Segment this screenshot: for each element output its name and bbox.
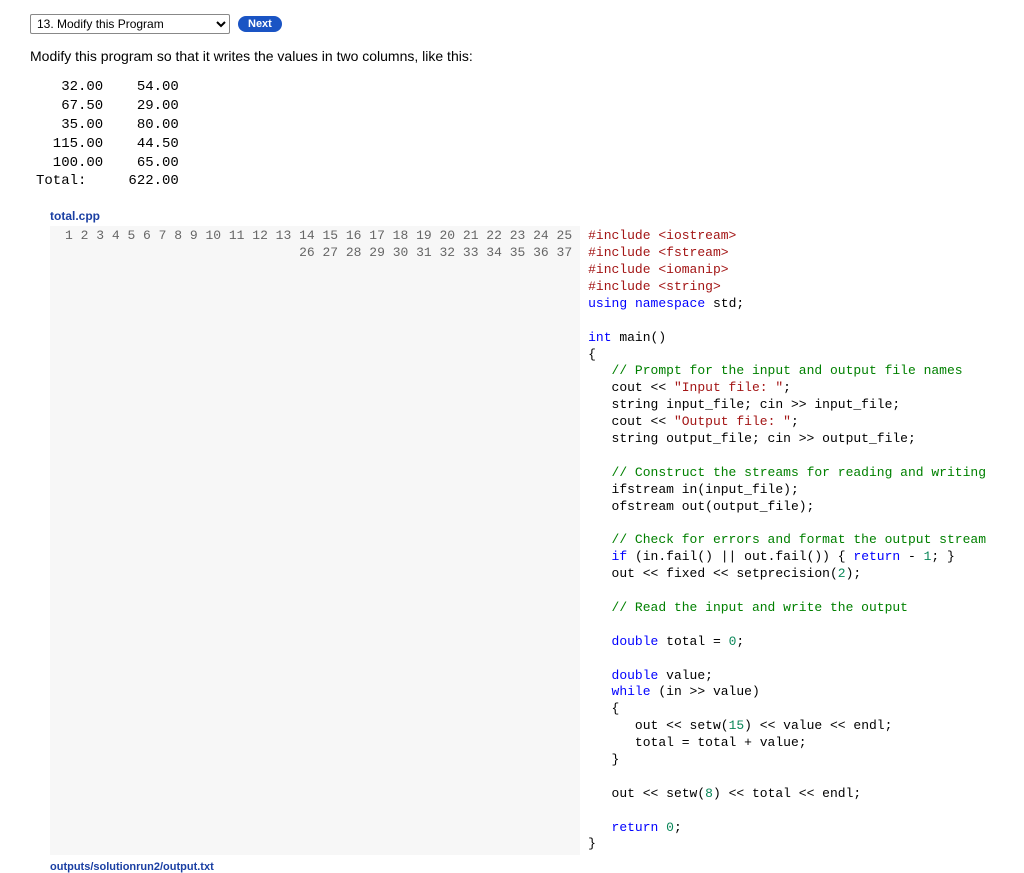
code-editor: 1 2 3 4 5 6 7 8 9 10 11 12 13 14 15 16 1… xyxy=(50,226,994,855)
source-filename: total.cpp xyxy=(50,209,994,223)
code-body: #include <iostream> #include <fstream> #… xyxy=(580,226,994,855)
line-number-gutter: 1 2 3 4 5 6 7 8 9 10 11 12 13 14 15 16 1… xyxy=(50,226,580,855)
topbar: 13. Modify this Program Next xyxy=(30,14,994,34)
problem-dropdown[interactable]: 13. Modify this Program xyxy=(30,14,230,34)
example-output: 32.00 54.00 67.50 29.00 35.00 80.00 115.… xyxy=(36,78,994,191)
output-filename: outputs/solutionrun2/output.txt xyxy=(50,861,994,873)
page-root: 13. Modify this Program Next Modify this… xyxy=(0,0,1024,788)
next-button[interactable]: Next xyxy=(238,16,282,32)
problem-prompt: Modify this program so that it writes th… xyxy=(30,48,994,64)
